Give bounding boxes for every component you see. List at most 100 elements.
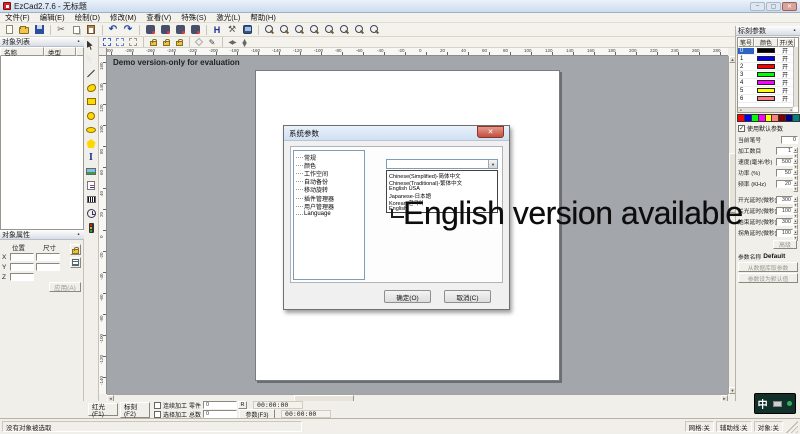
- mark-selected-checkbox[interactable]: [154, 411, 161, 418]
- paste-button[interactable]: [84, 24, 98, 36]
- panel-close-icon[interactable]: [75, 38, 82, 45]
- copy-button[interactable]: [69, 24, 83, 36]
- language-option-1[interactable]: Chinese(Traditional)-繁体中文: [387, 179, 497, 186]
- ellipse-tool-button[interactable]: [85, 123, 98, 136]
- column-name[interactable]: 名称: [0, 47, 44, 56]
- continuous-checkbox[interactable]: [154, 402, 161, 409]
- select-tool-button[interactable]: [85, 39, 98, 52]
- param-input[interactable]: 300: [776, 218, 793, 226]
- laser-red-button[interactable]: [188, 24, 202, 36]
- use-default-checkbox[interactable]: [738, 125, 745, 132]
- undo-button[interactable]: [106, 24, 120, 36]
- new-file-button[interactable]: [2, 24, 16, 36]
- ok-button[interactable]: 确定(O): [384, 290, 431, 303]
- guides-status[interactable]: 辅助线:关: [716, 421, 752, 432]
- snap-grid-button[interactable]: [101, 37, 113, 47]
- bitmap-tool-button[interactable]: [85, 165, 98, 178]
- zoom-selected-button[interactable]: [337, 24, 351, 36]
- pen-table-hscrollbar[interactable]: [738, 107, 793, 112]
- hatch-button[interactable]: [210, 24, 224, 36]
- save-button[interactable]: [32, 24, 46, 36]
- lock-z-button[interactable]: [173, 37, 185, 47]
- pen-color-column[interactable]: 颜色: [754, 38, 778, 47]
- menu-item-6[interactable]: 激光(L): [211, 12, 245, 23]
- menu-item-5[interactable]: 特殊(S): [176, 12, 211, 23]
- lock-ratio-button[interactable]: [70, 244, 81, 255]
- position-x-field[interactable]: [10, 253, 34, 261]
- zoom-in-button[interactable]: [277, 24, 291, 36]
- barcode-tool-button[interactable]: [85, 193, 98, 206]
- reset-count-button[interactable]: R: [238, 401, 247, 409]
- mirror-horizontal-button[interactable]: [226, 37, 238, 47]
- resize-grip[interactable]: [786, 421, 798, 433]
- laser-node-button[interactable]: [143, 24, 157, 36]
- menu-item-4[interactable]: 查看(V): [141, 12, 176, 23]
- apply-button[interactable]: 应用(A): [49, 282, 81, 292]
- part-count-field[interactable]: 0: [203, 401, 237, 409]
- param-input[interactable]: 300: [776, 196, 793, 204]
- param-input[interactable]: 500: [776, 158, 793, 166]
- close-icon[interactable]: [782, 2, 797, 11]
- maximize-icon[interactable]: [766, 2, 781, 11]
- tools-hammer-button[interactable]: [225, 24, 239, 36]
- chevron-down-icon[interactable]: [488, 160, 497, 168]
- polygon-tool-button[interactable]: [85, 137, 98, 150]
- size-x-field[interactable]: [36, 253, 60, 261]
- zoom-window-button[interactable]: [292, 24, 306, 36]
- grid-status[interactable]: 网格:关: [685, 421, 714, 432]
- param-input[interactable]: 20: [776, 180, 793, 188]
- tree-item-6[interactable]: 用户管理器: [296, 202, 364, 210]
- set-default-button[interactable]: 参数设为默认值: [738, 273, 798, 283]
- param-input[interactable]: 100: [776, 229, 793, 237]
- open-folder-button[interactable]: [17, 24, 31, 36]
- position-y-field[interactable]: [10, 263, 34, 271]
- cancel-button[interactable]: 取消(C): [444, 290, 491, 303]
- curve-tool-button[interactable]: [85, 81, 98, 94]
- lock-y-button[interactable]: [160, 37, 172, 47]
- cut-button[interactable]: [54, 24, 68, 36]
- param-spinner[interactable]: [793, 229, 798, 237]
- ime-indicator[interactable]: 中: [754, 393, 796, 414]
- param-spinner[interactable]: [793, 196, 798, 204]
- dialog-title-bar[interactable]: 系统参数: [284, 126, 509, 141]
- dialog-close-button[interactable]: [477, 126, 504, 138]
- pen-row[interactable]: 6开: [738, 95, 793, 103]
- zoom-pan-button[interactable]: [307, 24, 321, 36]
- size-y-field[interactable]: [36, 263, 60, 271]
- rectangle-tool-button[interactable]: [85, 95, 98, 108]
- palette-color-8[interactable]: [792, 114, 800, 122]
- pen-table-vscrollbar[interactable]: [793, 47, 798, 107]
- array-button[interactable]: [70, 257, 81, 268]
- input-output-tool-button[interactable]: [85, 221, 98, 234]
- param-input[interactable]: 1: [776, 147, 793, 155]
- position-z-field[interactable]: [10, 273, 34, 281]
- pen-draw-button[interactable]: [206, 37, 218, 47]
- node-edit-tool-button[interactable]: [85, 53, 98, 66]
- advanced-button[interactable]: 高级: [773, 240, 797, 249]
- delay-tool-button[interactable]: [85, 207, 98, 220]
- language-combobox[interactable]: [386, 159, 498, 169]
- line-tool-button[interactable]: [85, 67, 98, 80]
- column-type[interactable]: 类型: [44, 47, 76, 56]
- red-light-button[interactable]: 红光(F1): [88, 403, 118, 416]
- param-spinner[interactable]: [793, 169, 798, 177]
- pen-number-column[interactable]: 笔号: [738, 38, 754, 47]
- tree-item-7[interactable]: Language: [296, 210, 364, 218]
- param-spinner[interactable]: [793, 180, 798, 188]
- param-input[interactable]: 50: [776, 169, 793, 177]
- menu-item-7[interactable]: 帮助(H): [245, 12, 280, 23]
- laser-preview-button[interactable]: [173, 24, 187, 36]
- ime-keyboard-icon[interactable]: [773, 401, 782, 407]
- node-edit-off-button[interactable]: [193, 37, 205, 47]
- redo-button[interactable]: [121, 24, 135, 36]
- zoom-page-button[interactable]: [352, 24, 366, 36]
- spin-down-icon[interactable]: [793, 186, 798, 192]
- pen-onoff-column[interactable]: 开/关: [778, 38, 795, 47]
- total-count-field[interactable]: 0: [203, 410, 237, 418]
- param-spinner[interactable]: [793, 147, 798, 155]
- menu-item-1[interactable]: 编辑(E): [35, 12, 70, 23]
- param-spinner[interactable]: [793, 218, 798, 226]
- param-spinner[interactable]: [793, 207, 798, 215]
- param-input[interactable]: 0: [781, 136, 798, 144]
- scroll-right-icon[interactable]: [788, 108, 793, 112]
